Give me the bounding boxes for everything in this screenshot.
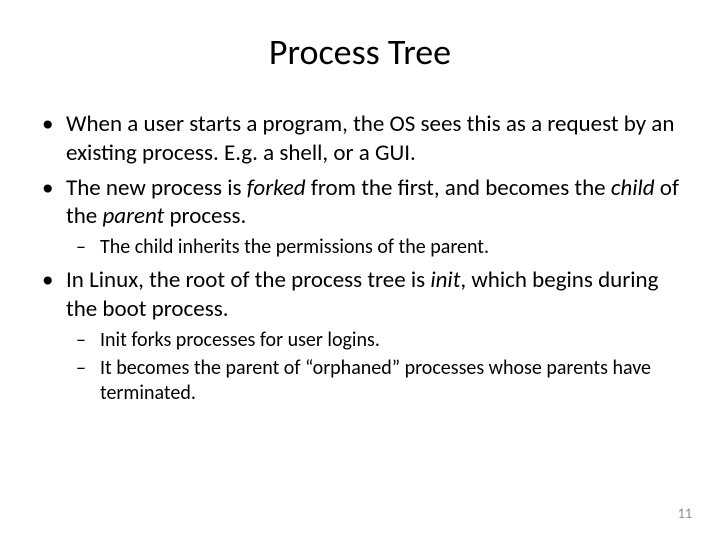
- bullet-item: When a user starts a program, the OS see…: [66, 110, 680, 168]
- bullet-text: from the first, and becomes the: [306, 174, 611, 202]
- sub-bullet-text: The child inherits the permissions of th…: [100, 235, 489, 259]
- slide-body: When a user starts a program, the OS see…: [40, 110, 680, 406]
- page-number: 11: [678, 505, 692, 522]
- sub-bullet-list: The child inherits the permissions of th…: [66, 235, 680, 260]
- bullet-text-italic: forked: [247, 174, 306, 202]
- bullet-text: When a user starts a program, the OS see…: [66, 110, 674, 167]
- bullet-item: In Linux, the root of the process tree i…: [66, 266, 680, 406]
- bullet-item: The new process is forked from the first…: [66, 174, 680, 261]
- slide: Process Tree When a user starts a progra…: [0, 0, 720, 540]
- sub-bullet-text: It becomes the parent of “orphaned” proc…: [100, 356, 651, 405]
- sub-bullet-text: Init forks processes for user logins.: [100, 328, 380, 352]
- slide-title: Process Tree: [40, 30, 680, 74]
- sub-bullet-item: The child inherits the permissions of th…: [100, 235, 680, 260]
- sub-bullet-list: Init forks processes for user logins. It…: [66, 328, 680, 406]
- bullet-text: process.: [164, 202, 246, 230]
- bullet-text-italic: parent: [102, 202, 164, 230]
- bullet-text: In Linux, the root of the process tree i…: [66, 266, 430, 294]
- bullet-text-italic: child: [611, 174, 655, 202]
- sub-bullet-item: Init forks processes for user logins.: [100, 328, 680, 353]
- bullet-text-italic: init: [430, 266, 460, 294]
- bullet-list: When a user starts a program, the OS see…: [40, 110, 680, 406]
- sub-bullet-item: It becomes the parent of “orphaned” proc…: [100, 356, 680, 406]
- bullet-text: The new process is: [66, 174, 247, 202]
